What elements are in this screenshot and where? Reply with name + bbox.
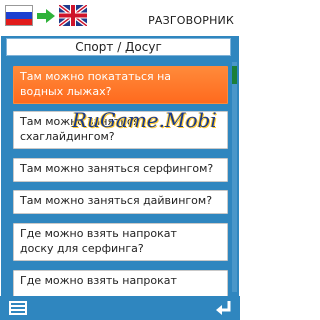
watermark-logo: RuGame.Mobi xyxy=(72,108,217,132)
app-title: РАЗГОВОРНИК xyxy=(148,14,234,27)
category-selector[interactable]: Спорт / Досуг xyxy=(6,38,231,56)
arrow-right-icon xyxy=(37,9,55,23)
back-arrow-icon[interactable] xyxy=(214,299,232,317)
scrollbar-track[interactable] xyxy=(232,62,237,292)
header: РАЗГОВОРНИК xyxy=(0,0,240,36)
list-item-label: Там можно заняться дайвингом? xyxy=(20,194,213,207)
category-bar: Спорт / Досуг xyxy=(1,36,239,58)
uk-flag-icon[interactable] xyxy=(59,5,87,26)
list-item-label: Там можно покататься на водных лыжах? xyxy=(20,70,172,98)
list-item[interactable]: Там можно заняться серфингом? xyxy=(13,158,228,182)
list-item[interactable]: Где можно взять напрокат доску для серфи… xyxy=(13,223,228,261)
list-item[interactable]: Где можно взять напрокат xyxy=(13,270,228,296)
phrase-list: Там можно покататься на водных лыжах? Та… xyxy=(1,58,239,296)
bottom-bar xyxy=(0,296,240,320)
phrasebook-screen: РАЗГОВОРНИК Спорт / Досуг Там можно пока… xyxy=(0,0,240,320)
menu-list-icon[interactable] xyxy=(8,300,28,316)
list-item-label: Где можно взять напрокат xyxy=(20,274,177,287)
list-item-label: Там можно заняться серфингом? xyxy=(20,162,214,175)
russia-flag-icon[interactable] xyxy=(5,5,33,26)
scrollbar-thumb[interactable] xyxy=(232,66,237,84)
list-item[interactable]: Там можно покататься на водных лыжах? xyxy=(13,66,228,104)
list-item[interactable]: Там можно заняться дайвингом? xyxy=(13,190,228,214)
list-item-label: Где можно взять напрокат доску для серфи… xyxy=(20,227,177,255)
